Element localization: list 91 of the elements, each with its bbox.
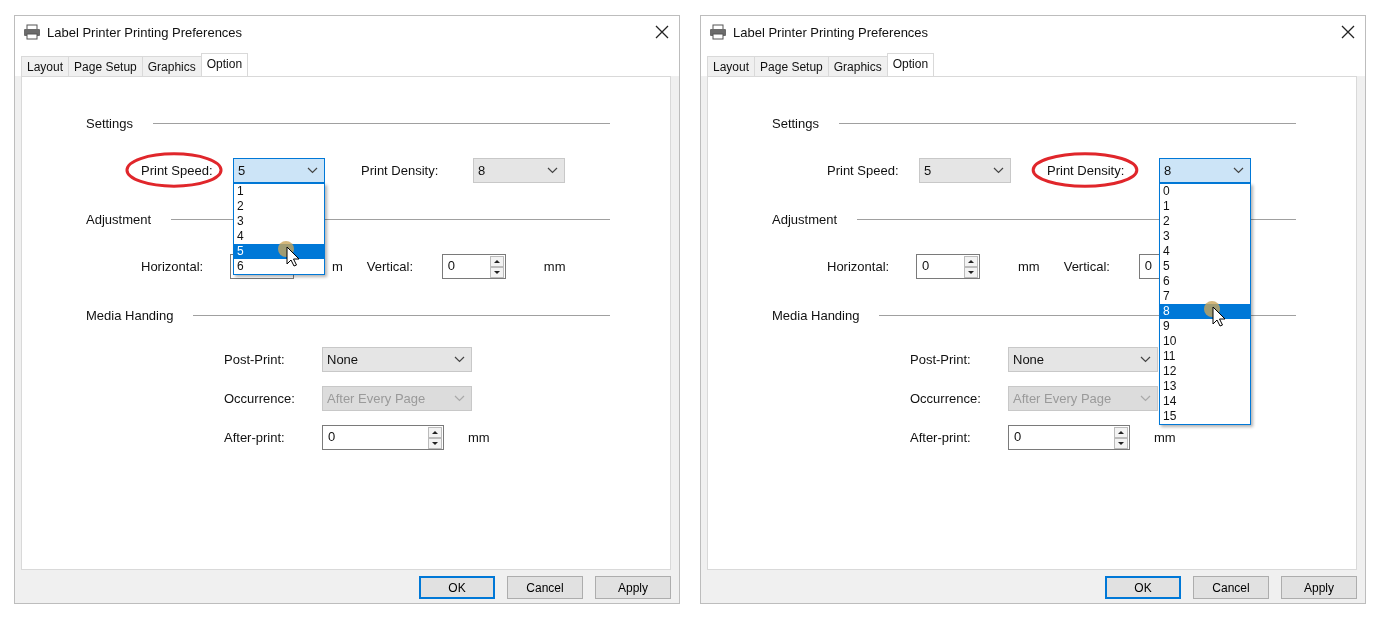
unit-label: mm <box>543 259 566 274</box>
chevron-down-icon <box>454 356 465 363</box>
field-label: Post-Print: <box>224 352 285 367</box>
field-label: After-print: <box>224 430 285 445</box>
unit-label: mm <box>1018 259 1040 274</box>
chevron-down-icon <box>1233 167 1244 174</box>
dropdown[interactable]: None <box>322 347 472 372</box>
field-label: Occurrence: <box>910 391 981 406</box>
dropdown-option[interactable]: 2 <box>1160 214 1250 229</box>
spin-up-icon[interactable] <box>428 426 442 438</box>
spin-down-icon[interactable] <box>1114 437 1128 449</box>
dropdown-option[interactable]: 9 <box>1160 319 1250 334</box>
dropdown-option[interactable]: 13 <box>1160 379 1250 394</box>
tab[interactable]: Option <box>200 53 249 76</box>
dropdown-option[interactable]: 10 <box>1160 334 1250 349</box>
tab[interactable]: Page Setup <box>68 56 143 76</box>
field-label: Print Density: <box>361 163 439 178</box>
dropdown[interactable]: None <box>1008 347 1158 372</box>
tab[interactable]: Layout <box>707 56 756 76</box>
spin-down-icon[interactable] <box>489 266 504 278</box>
field-label: Horizontal: <box>827 259 890 274</box>
dialog-button[interactable]: Cancel <box>507 576 583 599</box>
dropdown-option[interactable]: 6 <box>234 259 324 274</box>
tab[interactable]: Graphics <box>827 56 888 76</box>
field-label: Horizontal: <box>141 259 204 274</box>
dropdown-option[interactable]: 6 <box>1160 274 1250 289</box>
unit-label: mm <box>468 430 490 445</box>
chevron-down-icon <box>1140 356 1151 363</box>
field-label: Occurrence: <box>224 391 295 406</box>
section-heading: Media Handing <box>772 307 860 323</box>
dropdown-option[interactable]: 12 <box>1160 364 1250 379</box>
dropdown-option[interactable]: 3 <box>234 214 324 229</box>
window-title: Label Printer Printing Preferences <box>733 24 930 40</box>
dropdown-option[interactable]: 7 <box>1160 289 1250 304</box>
spin-down-icon[interactable] <box>428 437 442 449</box>
window-title: Label Printer Printing Preferences <box>47 24 244 40</box>
number-field[interactable]: 0 <box>1008 425 1130 450</box>
tab[interactable]: Page Setup <box>754 56 829 76</box>
section-heading: Settings <box>772 115 819 131</box>
spin-up-icon[interactable] <box>489 255 504 267</box>
spin-down-icon[interactable] <box>964 266 978 278</box>
dropdown-option[interactable]: 14 <box>1160 394 1250 409</box>
tab[interactable]: Graphics <box>141 56 202 76</box>
dropdown-option[interactable]: 4 <box>1160 244 1250 259</box>
section-heading: Media Handing <box>86 307 174 323</box>
dialog-button[interactable]: Cancel <box>1193 576 1269 599</box>
dropdown[interactable]: 8 <box>1159 158 1251 183</box>
dropdown[interactable]: 5 <box>233 158 325 183</box>
chevron-down-icon <box>993 167 1004 174</box>
chevron-down-icon <box>547 167 558 174</box>
dropdown-option[interactable]: 2 <box>234 199 324 214</box>
dropdown-option[interactable]: 1 <box>234 184 324 199</box>
dialog-button[interactable]: Apply <box>1281 576 1357 599</box>
field-label: Print Speed: <box>827 163 899 178</box>
dropdown-option[interactable]: 5 <box>1160 259 1250 274</box>
chevron-down-icon <box>1140 395 1151 402</box>
chevron-down-icon <box>454 395 465 402</box>
dropdown-option[interactable]: 15 <box>1160 409 1250 424</box>
field-label: Vertical: <box>366 259 414 274</box>
printer-icon <box>709 24 727 40</box>
close-icon[interactable] <box>655 25 669 39</box>
dropdown[interactable]: 5 <box>919 158 1011 183</box>
dropdown-option[interactable]: 3 <box>1160 229 1250 244</box>
section-heading: Adjustment <box>86 211 152 227</box>
section-heading: Adjustment <box>772 211 838 227</box>
dialog-button[interactable]: OK <box>1105 576 1181 599</box>
unit-label: m <box>332 259 343 274</box>
dialog-button[interactable]: OK <box>419 576 495 599</box>
tab[interactable]: Layout <box>21 56 70 76</box>
field-label: Post-Print: <box>910 352 971 367</box>
dropdown-option[interactable]: 0 <box>1160 184 1250 199</box>
printer-icon <box>23 24 41 40</box>
field-label: Vertical: <box>1063 259 1110 274</box>
dropdown-option[interactable]: 4 <box>234 229 324 244</box>
field-label: After-print: <box>910 430 971 445</box>
number-field[interactable]: 0 <box>916 254 980 279</box>
number-field[interactable]: 0 <box>322 425 444 450</box>
field-label: Print Density: <box>1047 163 1125 178</box>
dialog-button[interactable]: Apply <box>595 576 671 599</box>
field-label: Print Speed: <box>141 163 213 178</box>
spin-up-icon[interactable] <box>964 255 978 267</box>
spin-up-icon[interactable] <box>1114 426 1128 438</box>
dropdown-option[interactable]: 11 <box>1160 349 1250 364</box>
dropdown[interactable]: 8 <box>473 158 565 183</box>
chevron-down-icon <box>307 167 318 174</box>
number-field[interactable]: 0 <box>441 254 506 279</box>
unit-label: mm <box>1154 430 1176 445</box>
tab[interactable]: Option <box>886 53 935 76</box>
section-heading: Settings <box>86 115 133 131</box>
close-icon[interactable] <box>1341 25 1355 39</box>
dropdown-option[interactable]: 1 <box>1160 199 1250 214</box>
